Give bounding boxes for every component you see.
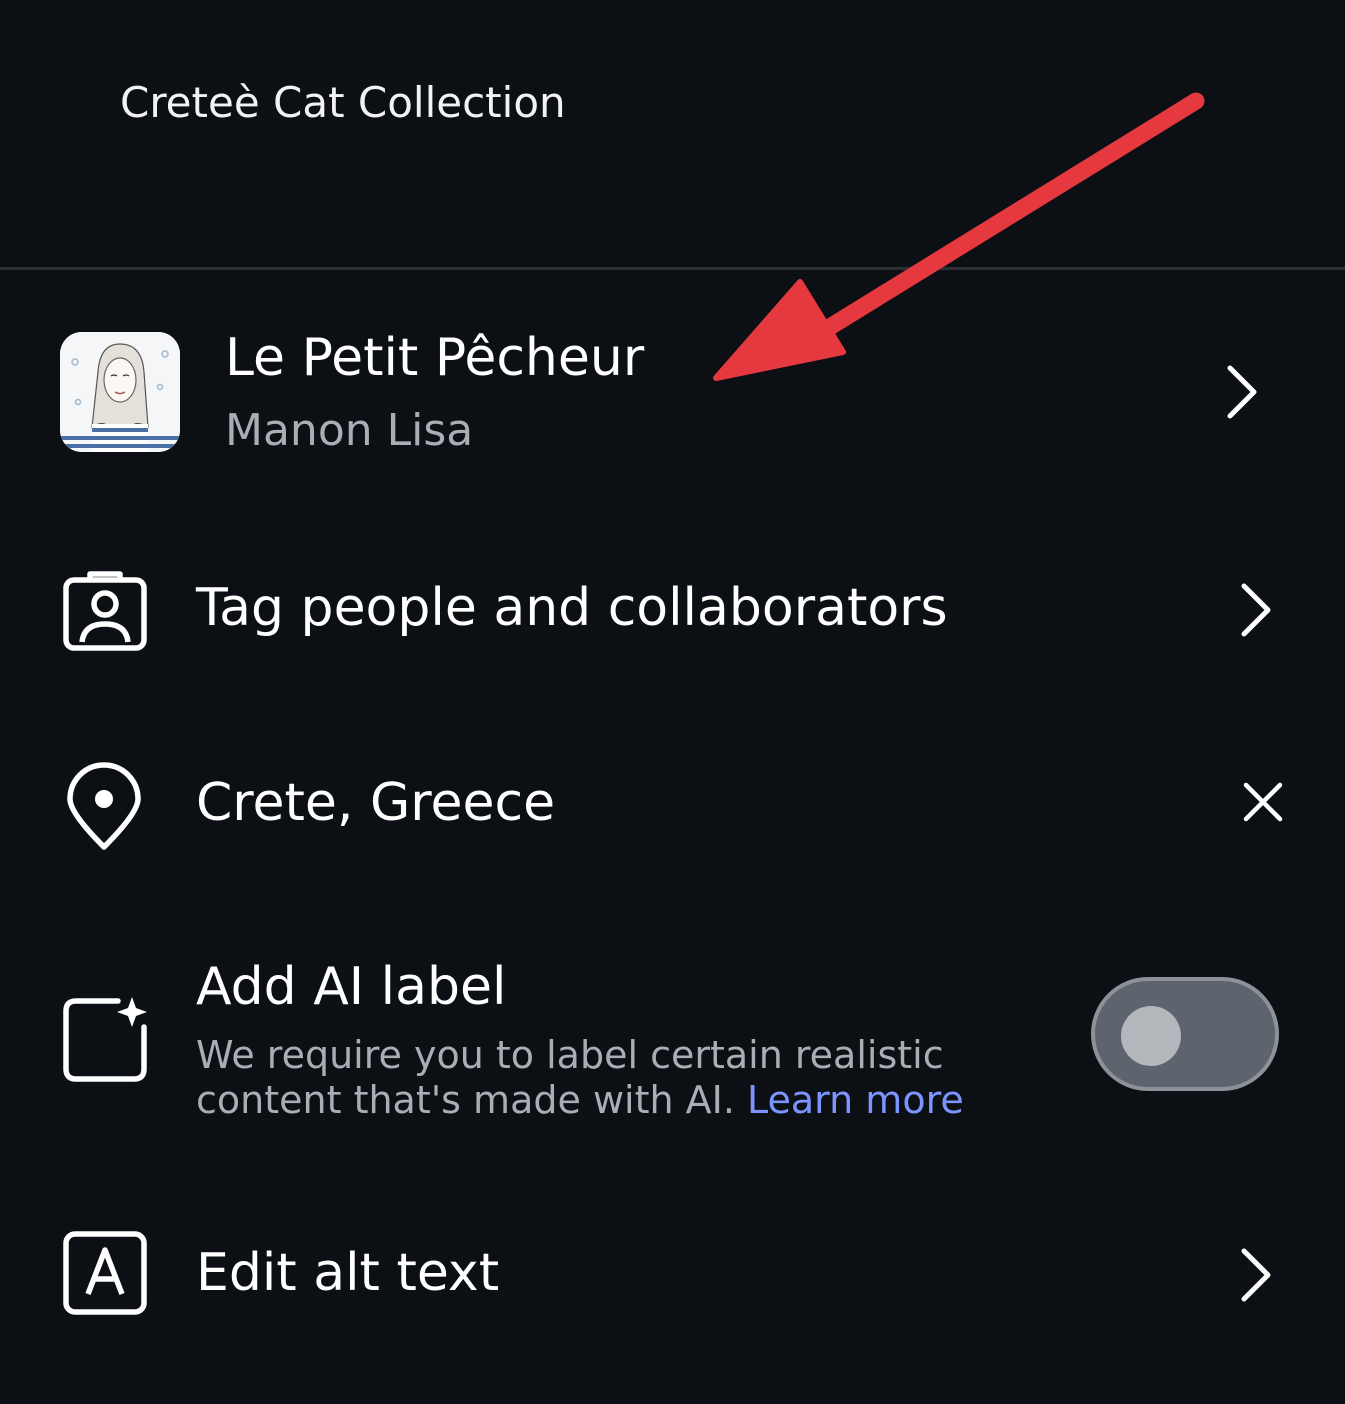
learn-more-link[interactable]: Learn more	[747, 1078, 964, 1122]
person-badge-icon	[62, 570, 148, 656]
ai-label-title: Add AI label	[196, 957, 507, 1017]
ai-label-description: We require you to label certain realisti…	[196, 1033, 1016, 1123]
edit-alt-text-row[interactable]: Edit alt text	[0, 1205, 1345, 1345]
album-art-illustration	[60, 332, 180, 452]
toggle-knob	[1121, 1006, 1181, 1066]
location-pin-icon	[62, 761, 146, 857]
chevron-right-icon	[1222, 362, 1262, 426]
music-row[interactable]: Le Petit Pêcheur Manon Lisa	[0, 300, 1345, 490]
chevron-right-icon	[1236, 1245, 1276, 1309]
location-label: Crete, Greece	[196, 773, 556, 833]
music-artist: Manon Lisa	[225, 405, 474, 456]
location-row[interactable]: Crete, Greece	[0, 735, 1345, 875]
chevron-right-icon	[1236, 580, 1276, 644]
caption-text[interactable]: Creteè Cat Collection	[120, 78, 566, 127]
close-icon[interactable]	[1240, 779, 1286, 829]
tag-people-row[interactable]: Tag people and collaborators	[0, 540, 1345, 680]
music-title: Le Petit Pêcheur	[225, 328, 645, 388]
annotation-arrow	[713, 92, 1205, 381]
tag-people-label: Tag people and collaborators	[196, 578, 948, 638]
album-art	[60, 332, 180, 452]
ai-label-toggle[interactable]	[1091, 977, 1279, 1091]
edit-alt-text-label: Edit alt text	[196, 1243, 500, 1303]
alt-text-icon	[62, 1230, 148, 1320]
ai-sparkle-square-icon	[62, 995, 152, 1089]
divider	[0, 267, 1345, 270]
ai-label-row: Add AI label We require you to label cer…	[0, 935, 1345, 1145]
